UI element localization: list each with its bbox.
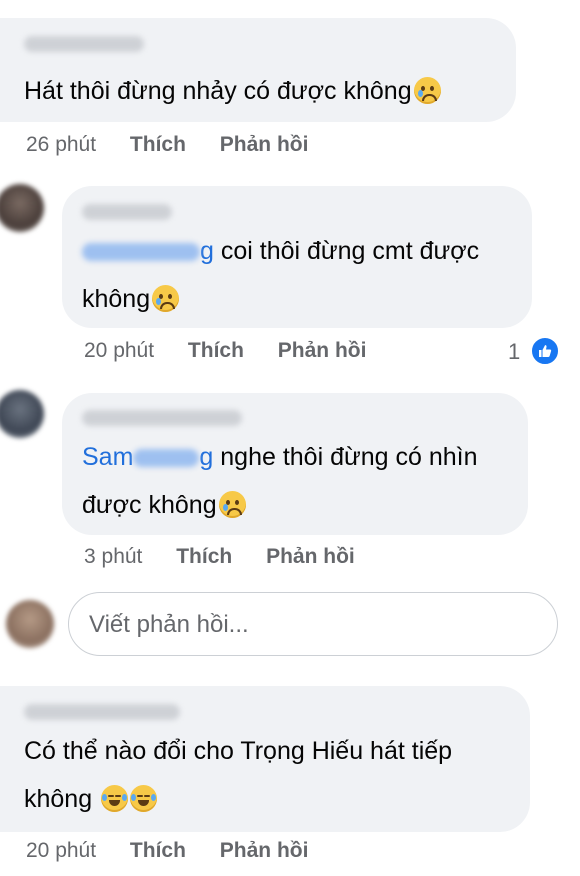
- comment-text-line: nghe thôi đừng có nhìn: [220, 443, 478, 471]
- comment-text-line: được không: [82, 491, 217, 519]
- reply-input[interactable]: Viết phản hồi...: [68, 592, 558, 656]
- comment-text: Hát thôi đừng nhảy có được không: [24, 68, 441, 114]
- commenter-name[interactable]: [82, 410, 242, 426]
- reply-input-placeholder: Viết phản hồi...: [89, 611, 249, 638]
- comment-text: Có thể nào đổi cho Trọng Hiếu hát tiếp: [24, 728, 452, 774]
- crying-face-icon: [152, 285, 180, 312]
- avatar: [6, 600, 54, 648]
- comment-text-line: Có thể nào đổi cho Trọng Hiếu hát tiếp: [24, 737, 453, 765]
- comment-text-line: không: [82, 285, 151, 313]
- like-icon[interactable]: [530, 336, 560, 366]
- like-button[interactable]: Thích: [130, 839, 186, 862]
- comment-text-line: coi thôi đừng cmt được: [220, 237, 480, 265]
- crying-face-icon: [413, 77, 441, 104]
- comment-text: g coi thôi đừng cmt được: [82, 228, 479, 274]
- avatar[interactable]: [0, 184, 44, 232]
- comment-text-line: không: [24, 785, 93, 813]
- mention-link[interactable]: [133, 449, 200, 468]
- mention-link[interactable]: [82, 243, 200, 262]
- comment-actions: 20 phút Thích Phản hồi: [84, 339, 366, 363]
- commenter-name[interactable]: [82, 204, 172, 220]
- like-button[interactable]: Thích: [176, 545, 232, 568]
- comment-time: 20 phút: [84, 339, 155, 362]
- comment-time: 20 phút: [26, 839, 97, 862]
- comment-actions: 26 phút Thích Phản hồi: [26, 133, 308, 157]
- commenter-name[interactable]: [24, 704, 180, 720]
- comment-time: 26 phút: [26, 133, 97, 156]
- comment-text-content: Hát thôi đừng nhảy có được không: [24, 77, 412, 105]
- comment-text: Sam g nghe thôi đừng có nhìn: [82, 434, 477, 480]
- reply-button[interactable]: Phản hồi: [266, 545, 355, 568]
- avatar[interactable]: [0, 390, 44, 438]
- reaction-count[interactable]: 1: [508, 339, 520, 365]
- comment-text: không: [82, 276, 180, 322]
- face-with-tears-of-joy-icon: [101, 785, 129, 812]
- like-button[interactable]: Thích: [130, 133, 186, 156]
- reply-button[interactable]: Phản hồi: [220, 133, 309, 156]
- mention-link-tail[interactable]: g: [199, 443, 213, 471]
- mention-link-tail[interactable]: g: [200, 237, 214, 265]
- comment-text: được không: [82, 482, 246, 528]
- comment-text: không: [24, 776, 158, 822]
- like-button[interactable]: Thích: [188, 339, 244, 362]
- reply-button[interactable]: Phản hồi: [278, 339, 367, 362]
- mention-link-head[interactable]: Sam: [82, 443, 133, 471]
- commenter-name[interactable]: [24, 36, 144, 52]
- reply-button[interactable]: Phản hồi: [220, 839, 309, 862]
- crying-face-icon: [218, 491, 246, 518]
- comment-actions: 20 phút Thích Phản hồi: [26, 839, 308, 863]
- comment-time: 3 phút: [84, 545, 143, 568]
- face-with-tears-of-joy-icon: [130, 785, 158, 812]
- comment-actions: 3 phút Thích Phản hồi: [84, 545, 355, 569]
